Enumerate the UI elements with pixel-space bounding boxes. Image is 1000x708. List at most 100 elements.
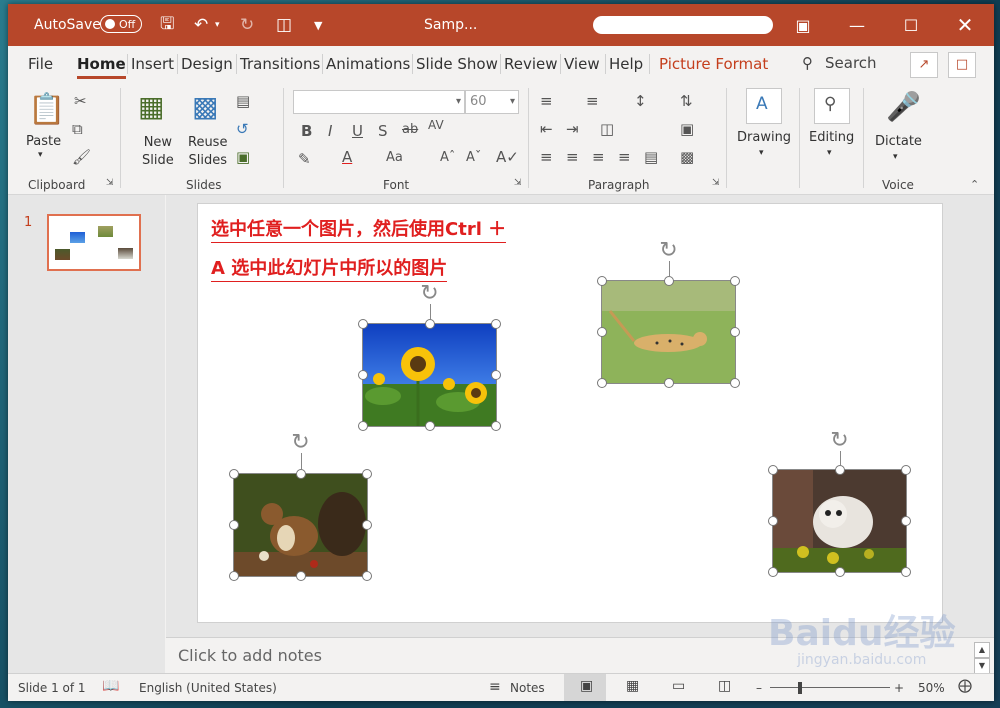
tab-animations[interactable]: Animations: [326, 46, 410, 82]
change-case-icon[interactable]: Aa: [386, 150, 403, 165]
paste-button[interactable]: Paste: [26, 134, 61, 149]
align-right-icon[interactable]: ≡: [592, 148, 605, 166]
drawing-icon[interactable]: A: [746, 88, 782, 124]
resize-handle[interactable]: [362, 571, 372, 581]
resize-handle[interactable]: [730, 276, 740, 286]
decrease-font-icon[interactable]: Aˇ: [466, 150, 481, 165]
format-painter-icon[interactable]: 🖌: [72, 148, 91, 166]
decrease-indent-icon[interactable]: ⇤: [540, 120, 553, 138]
tab-slide-show[interactable]: Slide Show: [416, 46, 498, 82]
normal-view-icon[interactable]: ▣: [580, 678, 593, 694]
new-slide-button[interactable]: New Slide: [142, 134, 174, 170]
close-icon[interactable]: ✕: [942, 4, 988, 46]
resize-handle[interactable]: [362, 469, 372, 479]
zoom-in-icon[interactable]: +: [894, 681, 904, 695]
section-icon[interactable]: ▣: [236, 148, 250, 166]
undo-dropdown-icon[interactable]: ▾: [215, 4, 220, 46]
resize-handle[interactable]: [597, 276, 607, 286]
reset-icon[interactable]: ↺: [236, 120, 249, 138]
ribbon-display-options-icon[interactable]: ▣: [780, 4, 826, 46]
collapse-ribbon-icon[interactable]: ⌃: [970, 178, 979, 191]
paragraph-launcher-icon[interactable]: ⇲: [712, 178, 720, 188]
resize-handle[interactable]: [229, 571, 239, 581]
align-text-icon[interactable]: ▣: [680, 120, 694, 138]
reuse-slides-icon[interactable]: ▩: [192, 90, 218, 123]
notes-button[interactable]: Notes: [510, 681, 545, 695]
scroll-down-icon[interactable]: ▼: [974, 658, 990, 674]
zoom-slider-track[interactable]: [770, 687, 890, 688]
minimize-icon[interactable]: —: [834, 4, 880, 46]
increase-indent-icon[interactable]: ⇥: [566, 120, 579, 138]
clipboard-launcher-icon[interactable]: ⇲: [106, 178, 114, 188]
line-spacing-icon[interactable]: ↕: [634, 92, 647, 110]
resize-handle[interactable]: [768, 567, 778, 577]
save-icon[interactable]: 🖫: [160, 4, 174, 46]
zoom-level[interactable]: 50%: [918, 681, 945, 695]
tab-home[interactable]: Home: [77, 46, 126, 82]
resize-handle[interactable]: [901, 567, 911, 577]
tab-file[interactable]: File: [28, 46, 53, 82]
undo-icon[interactable]: ↶: [194, 4, 208, 46]
tab-transitions[interactable]: Transitions: [240, 46, 320, 82]
text-direction-icon[interactable]: ⇅: [680, 92, 693, 110]
tab-help[interactable]: Help: [609, 46, 643, 82]
resize-handle[interactable]: [362, 520, 372, 530]
customize-qat-icon[interactable]: ▼: [314, 4, 322, 46]
increase-font-icon[interactable]: Aˆ: [440, 150, 455, 165]
drawing-button[interactable]: Drawing: [737, 130, 791, 145]
tab-view[interactable]: View: [564, 46, 600, 82]
clear-formatting-icon[interactable]: A✓: [496, 148, 519, 166]
zoom-slider-thumb[interactable]: [798, 682, 802, 694]
tab-design[interactable]: Design: [181, 46, 233, 82]
drawing-dropdown-icon[interactable]: ▾: [759, 148, 764, 158]
slide-canvas[interactable]: 选中任意一个图片，然后使用Ctrl ＋ A 选中此幻灯片中所以的图片 ↻ ↻ ↻…: [197, 203, 943, 623]
resize-handle[interactable]: [358, 370, 368, 380]
scroll-up-icon[interactable]: ▲: [974, 642, 990, 658]
slide-sorter-icon[interactable]: ▦: [626, 678, 639, 694]
resize-handle[interactable]: [295, 571, 306, 581]
resize-handle[interactable]: [424, 421, 435, 431]
italic-icon[interactable]: I: [328, 122, 332, 140]
layout-icon[interactable]: ▤: [236, 92, 250, 110]
align-center-icon[interactable]: ≡: [566, 148, 579, 166]
paste-icon[interactable]: 📋: [28, 92, 65, 127]
zoom-out-icon[interactable]: –: [756, 681, 762, 695]
resize-handle[interactable]: [597, 378, 607, 388]
resize-handle[interactable]: [491, 370, 501, 380]
resize-handle[interactable]: [229, 520, 239, 530]
font-name-input[interactable]: ▾: [293, 90, 465, 114]
editing-button[interactable]: Editing: [809, 130, 854, 145]
maximize-icon[interactable]: ☐: [888, 4, 934, 46]
resize-handle[interactable]: [491, 319, 501, 329]
resize-handle[interactable]: [358, 319, 368, 329]
bullets-icon[interactable]: ≡: [540, 92, 553, 110]
numbering-icon[interactable]: ≡: [586, 92, 599, 110]
slide-thumbnail[interactable]: [47, 214, 141, 271]
underline-icon[interactable]: U: [352, 122, 363, 140]
resize-handle[interactable]: [597, 327, 607, 337]
tab-insert[interactable]: Insert: [131, 46, 174, 82]
tab-review[interactable]: Review: [504, 46, 558, 82]
smartart-icon[interactable]: ▩: [680, 148, 694, 166]
resize-handle[interactable]: [663, 378, 674, 388]
redo-icon[interactable]: ↻: [240, 4, 254, 46]
resize-handle[interactable]: [730, 378, 740, 388]
distributed-icon[interactable]: ▤: [644, 148, 658, 166]
new-slide-icon[interactable]: ▦: [138, 90, 164, 123]
notes-icon[interactable]: ≡: [489, 679, 501, 695]
comments-icon[interactable]: □: [948, 52, 976, 78]
tab-picture-format[interactable]: Picture Format: [659, 46, 768, 82]
resize-handle[interactable]: [491, 421, 501, 431]
align-left-icon[interactable]: ≡: [540, 148, 553, 166]
spelling-icon[interactable]: 📖: [102, 678, 119, 694]
present-from-start-icon[interactable]: ◫: [276, 4, 292, 46]
shadow-icon[interactable]: S: [378, 122, 388, 140]
rotate-handle-icon[interactable]: ↻: [657, 239, 681, 263]
resize-handle[interactable]: [295, 469, 306, 479]
dictate-dropdown-icon[interactable]: ▾: [893, 152, 898, 162]
microphone-icon[interactable]: 🎤: [886, 90, 921, 123]
justify-icon[interactable]: ≡: [618, 148, 631, 166]
editing-dropdown-icon[interactable]: ▾: [827, 148, 832, 158]
search-box[interactable]: ⚲ Search: [802, 54, 877, 72]
rotate-handle-icon[interactable]: ↻: [828, 429, 852, 453]
